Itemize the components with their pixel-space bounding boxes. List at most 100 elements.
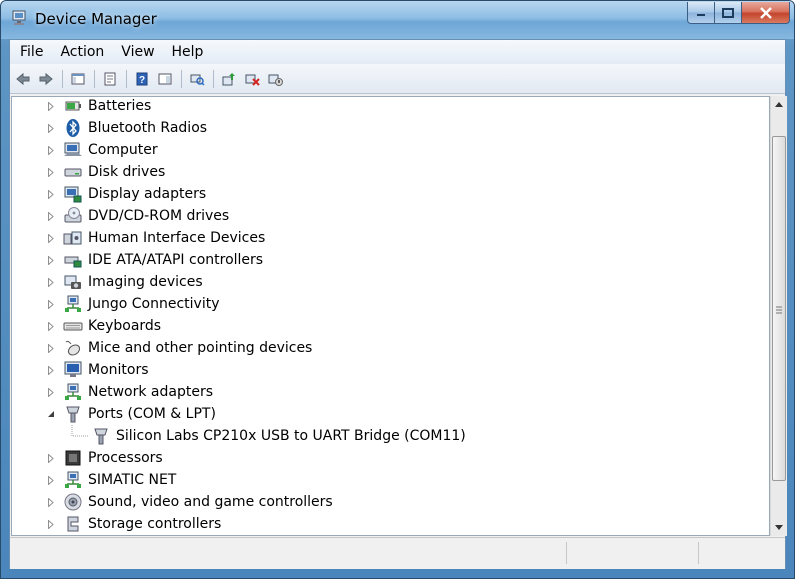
menu-help[interactable]: Help xyxy=(165,40,211,64)
uninstall-icon xyxy=(245,74,260,86)
scan-hardware-button[interactable] xyxy=(186,68,208,90)
expand-arrow-icon[interactable] xyxy=(46,315,56,337)
device-category-label: Batteries xyxy=(88,98,152,114)
expand-arrow-icon[interactable] xyxy=(46,97,56,117)
disable-device-button[interactable] xyxy=(264,68,286,90)
device-category[interactable]: Display adapters xyxy=(12,183,206,205)
device-category[interactable]: Ports (COM & LPT) xyxy=(12,403,216,425)
device-category-label: Computer xyxy=(88,142,158,158)
expand-arrow-icon[interactable] xyxy=(46,469,56,491)
monitor-icon xyxy=(63,360,83,380)
scroll-down-button[interactable] xyxy=(771,519,787,536)
expand-arrow-icon[interactable] xyxy=(46,249,56,271)
device-category[interactable]: DVD/CD-ROM drives xyxy=(12,205,229,227)
network-icon xyxy=(63,294,83,314)
action-pane-button[interactable] xyxy=(154,68,176,90)
expand-arrow-icon[interactable] xyxy=(46,359,56,381)
menu-view[interactable]: View xyxy=(114,40,161,64)
toolbar-separator xyxy=(213,69,214,88)
device-category-label: SIMATIC NET xyxy=(88,472,177,488)
disable-device-icon xyxy=(268,74,283,86)
show-hide-console-tree-icon xyxy=(71,73,85,84)
device-item[interactable]: Silicon Labs CP210x USB to UART Bridge (… xyxy=(12,425,466,447)
device-tree[interactable]: Batteries Bluetooth Radios Computer Disk dr… xyxy=(11,96,770,536)
device-category-label: Bluetooth Radios xyxy=(88,120,208,136)
device-manager-icon xyxy=(12,10,26,25)
device-category[interactable]: Disk drives xyxy=(12,161,165,183)
display-adapter-icon xyxy=(63,184,83,204)
minimize-icon xyxy=(697,13,705,16)
storage-controller-icon xyxy=(63,514,83,534)
status-pane xyxy=(698,542,785,564)
expand-arrow-icon[interactable] xyxy=(46,271,56,293)
device-category[interactable]: Bluetooth Radios xyxy=(12,117,207,139)
device-category[interactable]: Imaging devices xyxy=(12,271,203,293)
device-category[interactable]: Storage controllers xyxy=(12,513,221,535)
show-hide-console-tree-button[interactable] xyxy=(67,68,89,90)
forward-button[interactable] xyxy=(35,68,57,90)
device-category[interactable]: Human Interface Devices xyxy=(12,227,265,249)
expand-arrow-icon[interactable] xyxy=(46,183,56,205)
close-button[interactable] xyxy=(742,2,790,24)
grip-icon xyxy=(776,306,782,314)
scroll-down-icon xyxy=(775,525,783,530)
device-category[interactable]: Processors xyxy=(12,447,163,469)
device-manager-window: Device Manager File Action View Help ? Batt… xyxy=(0,0,795,579)
bluetooth-icon xyxy=(63,118,83,138)
device-category[interactable]: Batteries xyxy=(12,97,152,117)
uninstall-button[interactable] xyxy=(241,68,263,90)
toolbar-separator xyxy=(126,69,127,88)
device-category[interactable]: SIMATIC NET xyxy=(12,469,176,491)
expand-arrow-icon[interactable] xyxy=(46,293,56,315)
device-category-label: Imaging devices xyxy=(88,274,203,290)
device-category[interactable]: IDE ATA/ATAPI controllers xyxy=(12,249,263,271)
minimize-button[interactable] xyxy=(687,2,715,24)
expand-arrow-icon[interactable] xyxy=(46,337,56,359)
maximize-button[interactable] xyxy=(715,2,742,24)
scroll-thumb[interactable] xyxy=(772,136,786,481)
device-category[interactable]: Jungo Connectivity xyxy=(12,293,220,315)
menu-file[interactable]: File xyxy=(13,40,50,64)
status-pane xyxy=(566,542,699,564)
device-category[interactable]: Computer xyxy=(12,139,158,161)
network-icon xyxy=(63,470,83,490)
expand-arrow-icon[interactable] xyxy=(46,491,56,513)
device-category-label: Jungo Connectivity xyxy=(88,296,220,312)
vertical-scrollbar[interactable] xyxy=(770,96,787,536)
expand-arrow-icon[interactable] xyxy=(46,447,56,469)
device-category[interactable]: Keyboards xyxy=(12,315,161,337)
back-button[interactable] xyxy=(12,68,34,90)
update-driver-button[interactable] xyxy=(218,68,240,90)
update-driver-icon xyxy=(222,72,235,85)
properties-icon xyxy=(104,72,116,85)
menu-action[interactable]: Action xyxy=(53,40,111,64)
client-area: File Action View Help ? Batteries Bluetooth … xyxy=(9,39,787,569)
dvd-drive-icon xyxy=(63,206,83,226)
device-category[interactable]: Monitors xyxy=(12,359,149,381)
port-icon xyxy=(63,404,83,424)
device-category[interactable]: Mice and other pointing devices xyxy=(12,337,312,359)
expand-arrow-icon[interactable] xyxy=(46,227,56,249)
device-category-label: Monitors xyxy=(88,362,149,378)
expand-arrow-icon[interactable] xyxy=(46,513,56,535)
title-bar[interactable]: Device Manager xyxy=(1,1,794,39)
hid-icon xyxy=(63,228,83,248)
expand-arrow-icon[interactable] xyxy=(46,117,56,139)
caption-buttons xyxy=(687,2,790,24)
toolbar-separator xyxy=(181,69,182,88)
expand-arrow-icon[interactable] xyxy=(46,161,56,183)
device-category[interactable]: Sound, video and game controllers xyxy=(12,491,333,513)
device-category-label: Storage controllers xyxy=(88,516,222,532)
scroll-up-icon xyxy=(775,102,783,107)
device-category-label: Mice and other pointing devices xyxy=(88,340,313,356)
scroll-up-button[interactable] xyxy=(771,96,787,113)
close-icon xyxy=(759,6,772,19)
help-button[interactable]: ? xyxy=(131,68,153,90)
device-category[interactable]: Network adapters xyxy=(12,381,213,403)
keyboard-icon xyxy=(63,316,83,336)
collapse-arrow-icon[interactable] xyxy=(46,403,56,425)
expand-arrow-icon[interactable] xyxy=(46,205,56,227)
properties-button[interactable] xyxy=(99,68,121,90)
expand-arrow-icon[interactable] xyxy=(46,381,56,403)
expand-arrow-icon[interactable] xyxy=(46,139,56,161)
